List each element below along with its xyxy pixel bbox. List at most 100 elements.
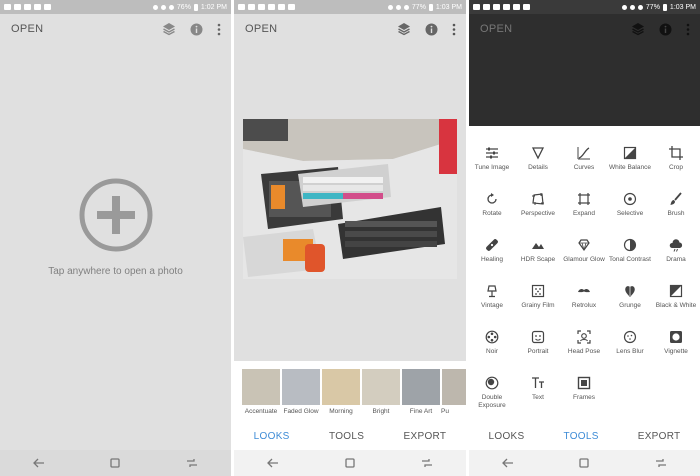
tool-drama[interactable]: Drama: [653, 238, 699, 264]
photo-preview[interactable]: [243, 119, 457, 279]
info-icon[interactable]: [190, 23, 203, 36]
tool-head-pose[interactable]: Head Pose: [561, 330, 607, 356]
info-icon[interactable]: [659, 23, 672, 36]
tool-white-balance[interactable]: White Balance: [607, 146, 653, 172]
tool-label: Grunge: [619, 302, 641, 309]
recents-icon[interactable]: [421, 458, 433, 468]
mustache-icon: [578, 288, 590, 293]
add-photo-icon[interactable]: [79, 178, 153, 257]
dimmed-overlay[interactable]: OPEN: [469, 14, 700, 126]
tool-black-white[interactable]: Black & White: [653, 284, 699, 310]
notification-icon: [44, 4, 51, 10]
tool-expand[interactable]: Expand: [561, 192, 607, 218]
open-button[interactable]: OPEN: [245, 23, 277, 35]
system-nav-bar: [469, 450, 700, 476]
more-menu-icon[interactable]: [452, 23, 456, 36]
tool-frames[interactable]: Frames: [561, 376, 607, 402]
tool-tonal-contrast[interactable]: Tonal Contrast: [607, 238, 653, 264]
mountain-icon: [532, 243, 544, 249]
tool-label: Vignette: [664, 348, 688, 355]
look-thumbnail[interactable]: [242, 369, 280, 405]
back-icon[interactable]: [32, 458, 45, 468]
layers-icon[interactable]: [631, 22, 645, 36]
tool-grunge[interactable]: Grunge: [607, 284, 653, 310]
tool-curves[interactable]: Curves: [561, 146, 607, 172]
tool-tune-image[interactable]: Tune Image: [469, 146, 515, 172]
reel-icon: [485, 330, 499, 344]
tool-label: Text: [532, 394, 544, 401]
tool-perspective[interactable]: Perspective: [515, 192, 561, 218]
notification-icons: [238, 4, 295, 10]
tool-grainy-film[interactable]: Grainy Film: [515, 284, 561, 310]
tool-retrolux[interactable]: Retrolux: [561, 284, 607, 310]
tab-export[interactable]: EXPORT: [638, 431, 681, 442]
tool-label: Noir: [486, 348, 498, 355]
bottom-tabs: LOOKS TOOLS EXPORT: [234, 423, 466, 450]
tool-vignette[interactable]: Vignette: [653, 330, 699, 356]
tool-details[interactable]: Details: [515, 146, 561, 172]
more-menu-icon[interactable]: [686, 23, 690, 36]
panel-tools: 77% 1:03 PM OPEN Tune Image Details Curv…: [469, 0, 700, 476]
tool-brush[interactable]: Brush: [653, 192, 699, 218]
tool-noir[interactable]: Noir: [469, 330, 515, 356]
tool-crop[interactable]: Crop: [653, 146, 699, 172]
notification-icon: [483, 4, 490, 10]
tool-label: Lens Blur: [616, 348, 644, 355]
recents-icon[interactable]: [186, 458, 198, 468]
home-icon[interactable]: [579, 458, 590, 468]
tool-double-exposure[interactable]: Double Exposure: [469, 376, 515, 409]
tool-selective[interactable]: Selective: [607, 192, 653, 218]
open-button[interactable]: OPEN: [11, 23, 43, 35]
system-nav-bar: [234, 450, 466, 476]
tool-label: Healing: [480, 256, 504, 263]
layers-icon[interactable]: [162, 22, 176, 36]
look-thumbnail[interactable]: [362, 369, 400, 405]
open-photo-area[interactable]: Tap anywhere to open a photo: [0, 44, 231, 450]
look-thumbnail[interactable]: [442, 369, 466, 405]
notification-icon: [14, 4, 21, 10]
look-thumbnail[interactable]: [402, 369, 440, 405]
tab-looks[interactable]: LOOKS: [489, 431, 525, 442]
tool-text[interactable]: Text: [515, 376, 561, 402]
notification-icon: [258, 4, 265, 10]
home-icon[interactable]: [110, 458, 121, 468]
back-icon[interactable]: [501, 458, 514, 468]
system-nav-bar: [0, 450, 231, 476]
look-label: Pu: [441, 408, 449, 415]
tab-looks[interactable]: LOOKS: [254, 431, 290, 442]
panel-looks: 77% 1:03 PM OPEN Accentuate Faded Glow M…: [234, 0, 466, 476]
more-menu-icon[interactable]: [217, 23, 221, 36]
look-thumbnail[interactable]: [282, 369, 320, 405]
info-icon[interactable]: [425, 23, 438, 36]
wifi-icon: [160, 4, 166, 10]
tool-rotate[interactable]: Rotate: [469, 192, 515, 218]
recents-icon[interactable]: [655, 458, 667, 468]
tab-export[interactable]: EXPORT: [404, 431, 447, 442]
diamond-icon: [578, 239, 590, 252]
tab-tools[interactable]: TOOLS: [563, 431, 598, 442]
notification-icon: [503, 4, 510, 10]
tool-hdr-scape[interactable]: HDR Scape: [515, 238, 561, 264]
signal-icon: [403, 4, 409, 10]
head-pose-icon: [577, 330, 591, 344]
looks-strip: Accentuate Faded Glow Morning Bright Fin…: [234, 361, 466, 423]
tool-vintage[interactable]: Vintage: [469, 284, 515, 310]
status-time: 1:02 PM: [200, 3, 227, 11]
tool-lens-blur[interactable]: Lens Blur: [607, 330, 653, 356]
look-thumbnail[interactable]: [322, 369, 360, 405]
lens-blur-icon: [623, 330, 637, 344]
back-icon[interactable]: [267, 458, 279, 468]
tool-portrait[interactable]: Portrait: [515, 330, 561, 356]
home-icon[interactable]: [345, 458, 355, 468]
look-label: Fine Art: [409, 408, 433, 415]
battery-percent: 77%: [411, 3, 426, 11]
open-button[interactable]: OPEN: [480, 23, 512, 35]
tool-healing[interactable]: Healing: [469, 238, 515, 264]
app-bar: OPEN: [0, 14, 231, 44]
status-bar: 77% 1:03 PM: [234, 0, 466, 14]
tool-glamour-glow[interactable]: Glamour Glow: [561, 238, 607, 264]
tool-label: Tune Image: [474, 164, 510, 171]
layers-icon[interactable]: [397, 22, 411, 36]
tab-tools[interactable]: TOOLS: [329, 431, 364, 442]
panel-empty-state: 76% 1:02 PM OPEN Tap anywhere to open a …: [0, 0, 231, 476]
